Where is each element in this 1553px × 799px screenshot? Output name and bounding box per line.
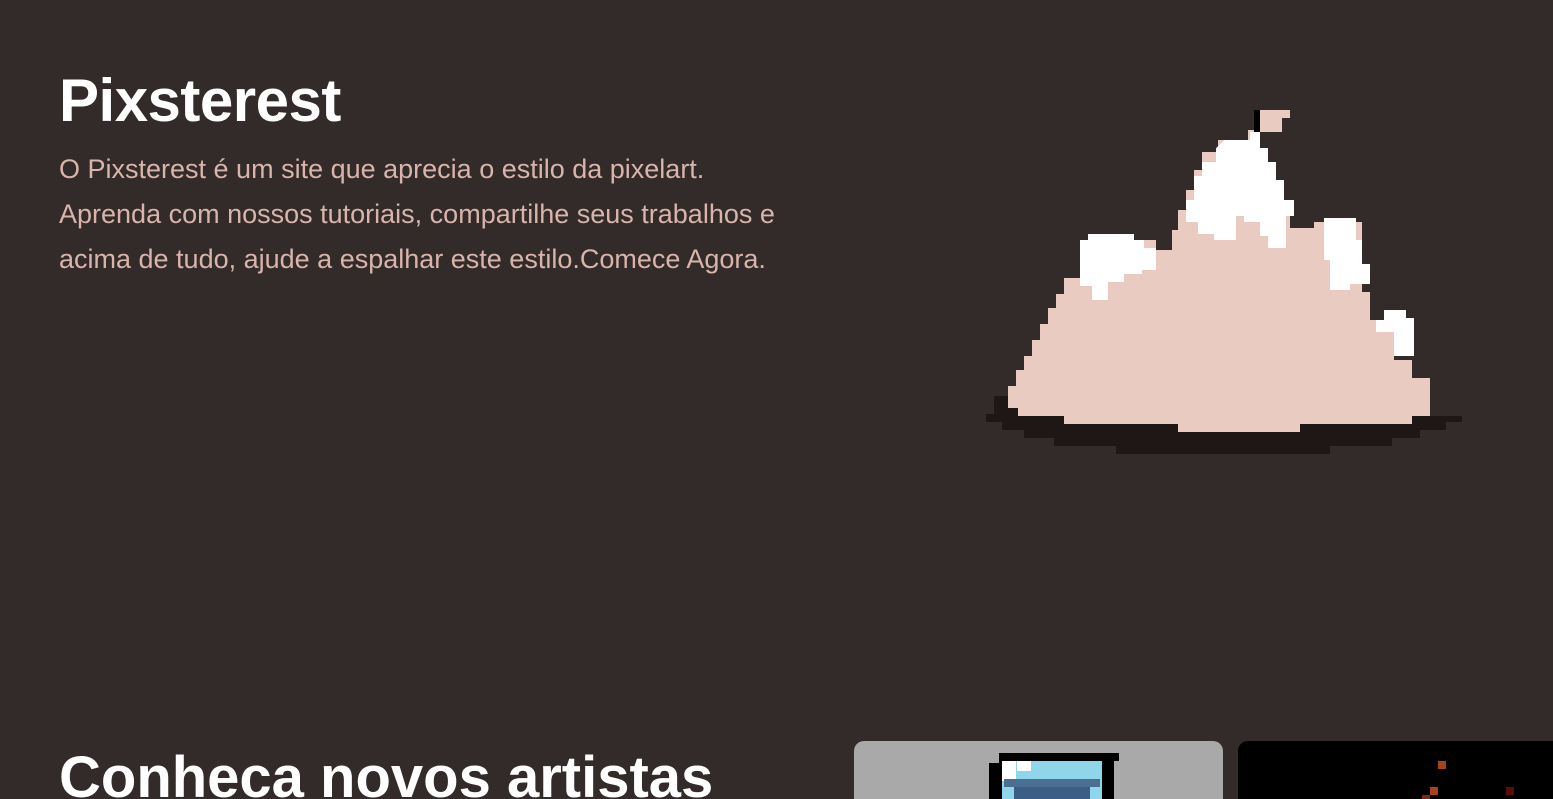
hero-title: Pixsterest	[59, 67, 341, 134]
right-snow	[1324, 218, 1370, 290]
artists-section-title: Conheca novos artistas	[59, 745, 714, 799]
flag	[1260, 110, 1290, 132]
artist-card[interactable]	[1238, 741, 1553, 799]
mountain-pixelart-illustration	[986, 110, 1462, 454]
artist-card[interactable]	[854, 741, 1223, 799]
artwork-thumbnail	[1422, 761, 1514, 799]
artwork-thumbnail	[989, 753, 1119, 799]
hero-description: O Pixsterest é um site que aprecia o est…	[59, 154, 775, 274]
